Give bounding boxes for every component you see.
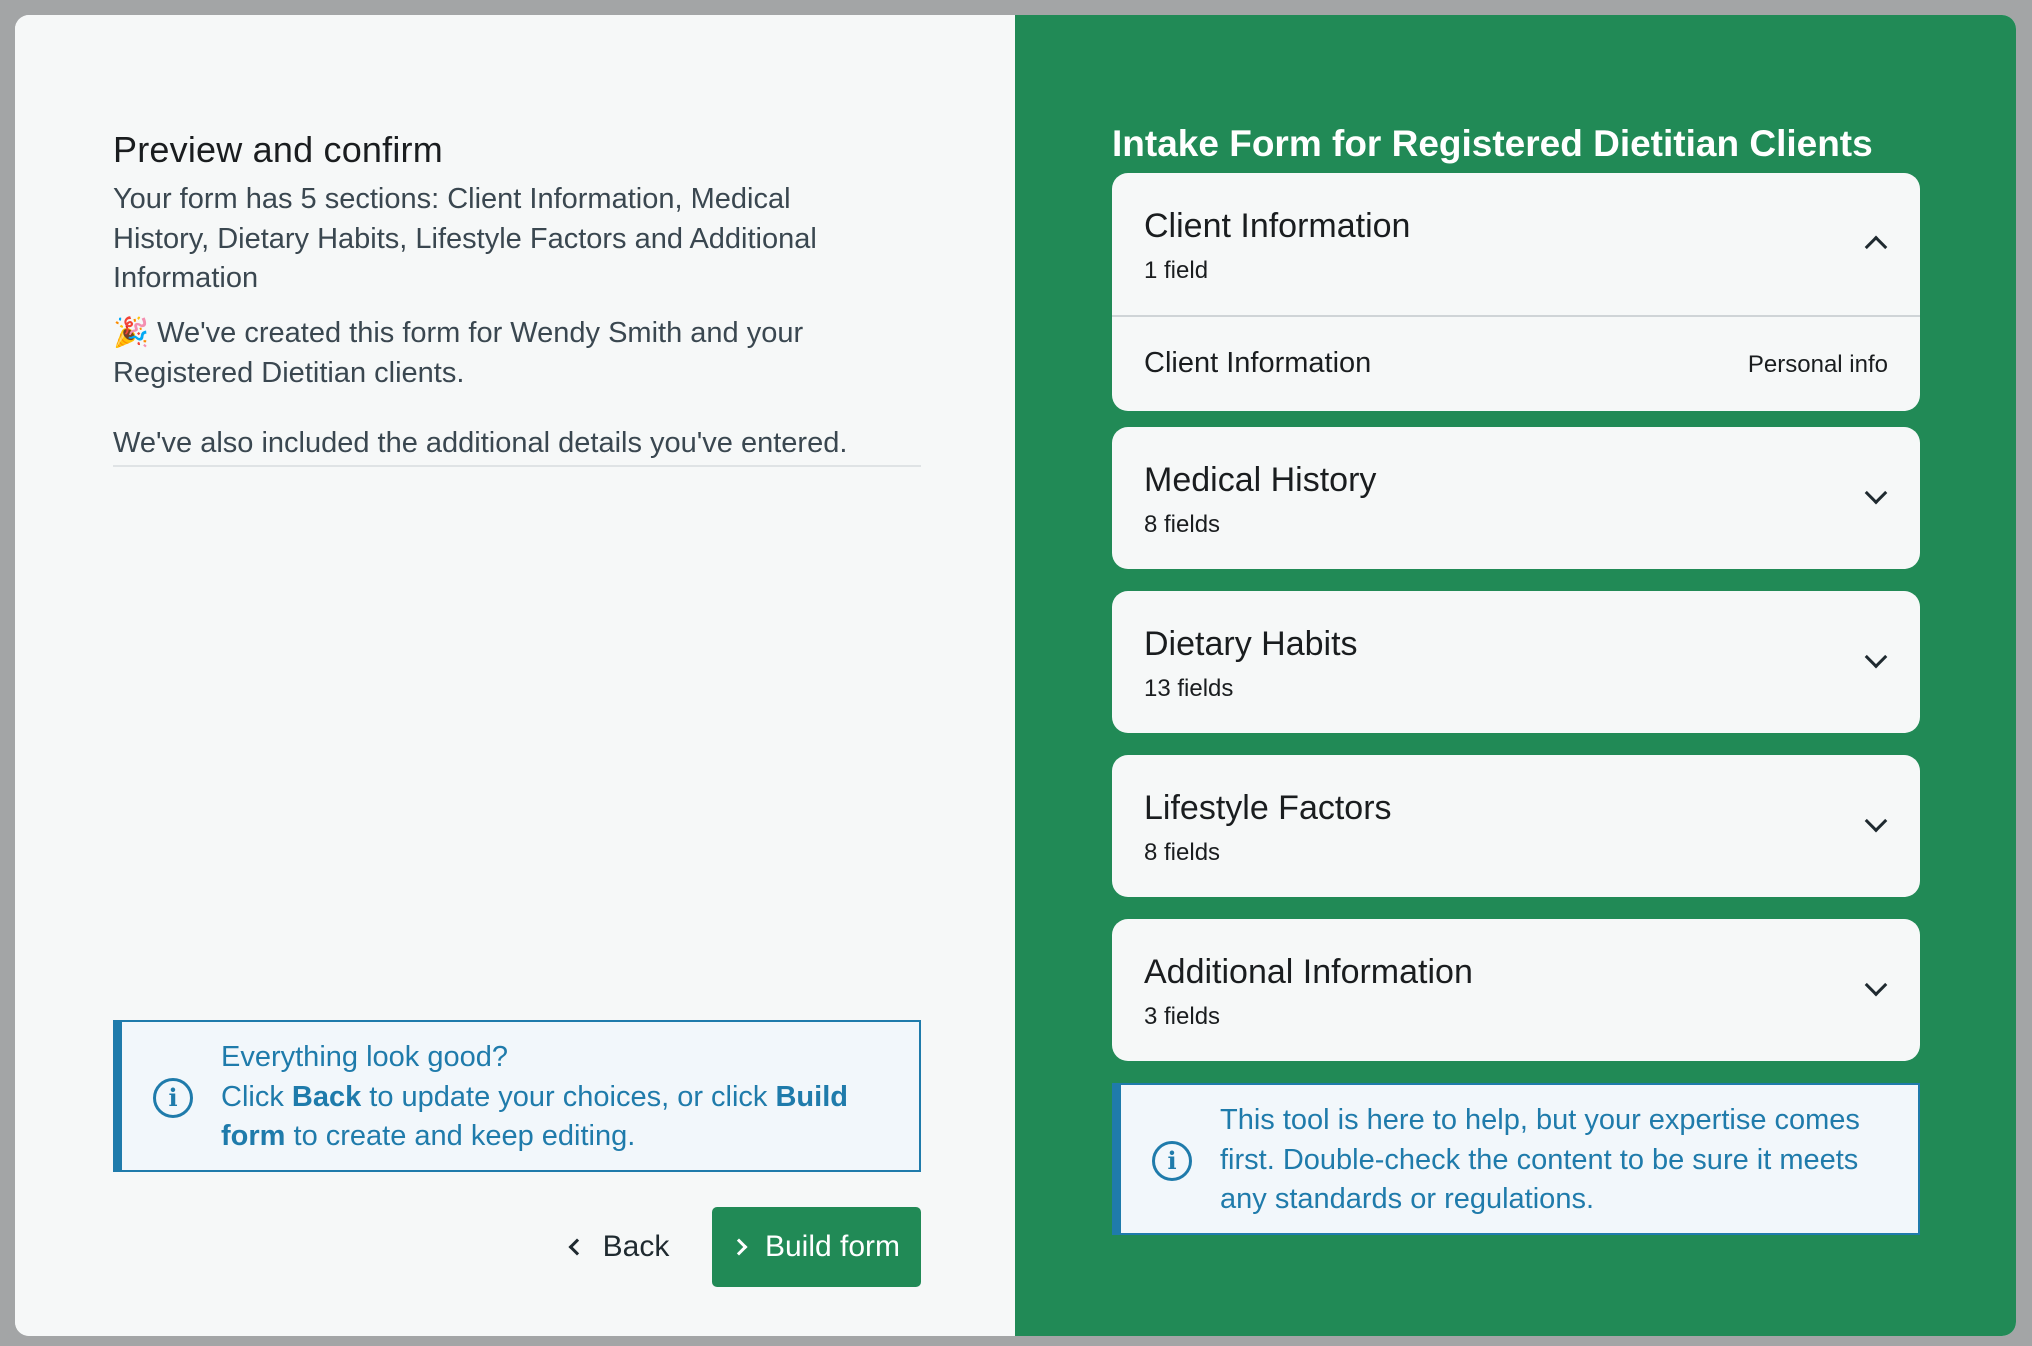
info-mid-text: to update your choices, or click	[361, 1080, 776, 1113]
chevron-down-icon[interactable]	[1864, 645, 1888, 669]
summary-text: Your form has 5 sections: Client Informa…	[113, 183, 817, 294]
created-text: We've created this form for Wendy Smith …	[113, 317, 804, 389]
section-title: Additional Information	[1144, 953, 1473, 991]
section-title: Medical History	[1144, 461, 1377, 499]
info-back-bold: Back	[291, 1080, 362, 1113]
section-field-count: 13 fields	[1144, 675, 1234, 702]
section-card-client-information: Client Information 1 field Client Inform…	[1112, 173, 1920, 411]
build-form-button-label: Build form	[764, 1230, 901, 1263]
additional-details-text: We've also included the additional detai…	[113, 427, 848, 459]
back-button[interactable]: Back	[545, 1207, 695, 1287]
section-card-additional-information[interactable]: Additional Information 3 fields	[1112, 919, 1920, 1061]
chevron-down-icon[interactable]	[1864, 973, 1888, 997]
section-title: Client Information	[1144, 207, 1411, 245]
form-outline-panel: Intake Form for Registered Dietitian Cli…	[1015, 15, 2016, 1336]
expertise-note-box: i This tool is here to help, but your ex…	[1112, 1083, 1920, 1235]
preview-panel: Preview and confirm Your form has 5 sect…	[15, 15, 1015, 1336]
section-title: Lifestyle Factors	[1144, 789, 1392, 827]
chevron-left-icon	[568, 1238, 586, 1256]
chevron-up-icon[interactable]	[1864, 235, 1888, 259]
chevron-down-icon[interactable]	[1864, 481, 1888, 505]
section-card-dietary-habits[interactable]: Dietary Habits 13 fields	[1112, 591, 1920, 733]
created-message: 🎉 We've created this form for Wendy Smit…	[113, 314, 873, 393]
form-title: Intake Form for Registered Dietitian Cli…	[1112, 123, 1873, 164]
chevron-right-icon	[730, 1238, 748, 1256]
section-card-lifestyle-factors[interactable]: Lifestyle Factors 8 fields	[1112, 755, 1920, 897]
section-field-count: 8 fields	[1144, 511, 1221, 538]
preview-modal: Preview and confirm Your form has 5 sect…	[15, 15, 2016, 1336]
field-type-tag: Personal info	[1747, 351, 1888, 378]
info-click-text: Click	[221, 1080, 292, 1113]
section-field-row: Client Information Personal info	[1112, 315, 1920, 411]
info-icon: i	[1152, 1141, 1192, 1181]
section-header[interactable]: Dietary Habits 13 fields	[1112, 591, 1920, 733]
section-title: Dietary Habits	[1144, 625, 1358, 663]
party-popper-icon: 🎉	[113, 317, 150, 349]
section-field-count: 1 field	[1144, 257, 1209, 284]
section-header[interactable]: Client Information 1 field	[1112, 173, 1920, 315]
expertise-note-text: This tool is here to help, but your expe…	[1220, 1104, 1860, 1215]
chevron-down-icon[interactable]	[1864, 809, 1888, 833]
field-label: Client Information	[1144, 347, 1372, 379]
section-header[interactable]: Medical History 8 fields	[1112, 427, 1920, 569]
divider	[113, 465, 921, 467]
page-title: Preview and confirm	[113, 129, 443, 170]
info-line1: Everything look good?	[221, 1041, 508, 1073]
confirm-info-text: Everything look good? Click Back to updat…	[221, 1038, 901, 1157]
info-end-text: to create and keep editing.	[285, 1120, 636, 1152]
section-field-count: 8 fields	[1144, 839, 1221, 866]
build-form-button[interactable]: Build form	[712, 1207, 921, 1287]
info-icon: i	[153, 1078, 193, 1118]
section-header[interactable]: Additional Information 3 fields	[1112, 919, 1920, 1061]
section-card-medical-history[interactable]: Medical History 8 fields	[1112, 427, 1920, 569]
section-field-count: 3 fields	[1144, 1003, 1221, 1030]
section-header[interactable]: Lifestyle Factors 8 fields	[1112, 755, 1920, 897]
back-button-label: Back	[602, 1230, 670, 1263]
confirm-info-box: i Everything look good? Click Back to upd…	[113, 1020, 921, 1172]
